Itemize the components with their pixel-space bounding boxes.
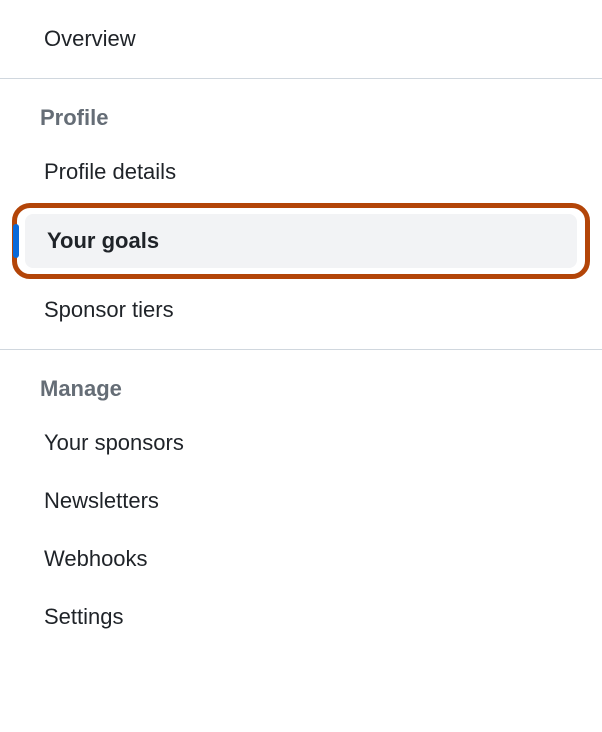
nav-section-manage: Manage Your sponsors Newsletters Webhook… [0,349,602,656]
nav-item-newsletters[interactable]: Newsletters [22,474,580,528]
nav-item-overview[interactable]: Overview [22,12,580,66]
sidebar-nav: Overview Profile Profile details Your go… [0,0,602,656]
nav-item-your-sponsors[interactable]: Your sponsors [22,416,580,470]
nav-item-label: Profile details [44,159,176,185]
nav-item-label: Newsletters [44,488,159,514]
nav-item-label: Sponsor tiers [44,297,174,323]
nav-item-label: Webhooks [44,546,148,572]
nav-item-profile-details[interactable]: Profile details [22,145,580,199]
nav-item-label: Your goals [47,228,159,254]
highlight-annotation: Your goals [12,203,590,279]
section-heading-manage: Manage [0,358,602,412]
nav-item-label: Your sponsors [44,430,184,456]
section-heading-profile: Profile [0,87,602,141]
nav-item-webhooks[interactable]: Webhooks [22,532,580,586]
nav-item-sponsor-tiers[interactable]: Sponsor tiers [22,283,580,337]
nav-item-label: Overview [44,26,136,52]
nav-item-label: Settings [44,604,124,630]
nav-item-settings[interactable]: Settings [22,590,580,644]
nav-section-profile: Profile Profile details Your goals Spons… [0,78,602,349]
nav-item-your-goals[interactable]: Your goals [25,214,577,268]
nav-section-general: Overview [0,0,602,78]
